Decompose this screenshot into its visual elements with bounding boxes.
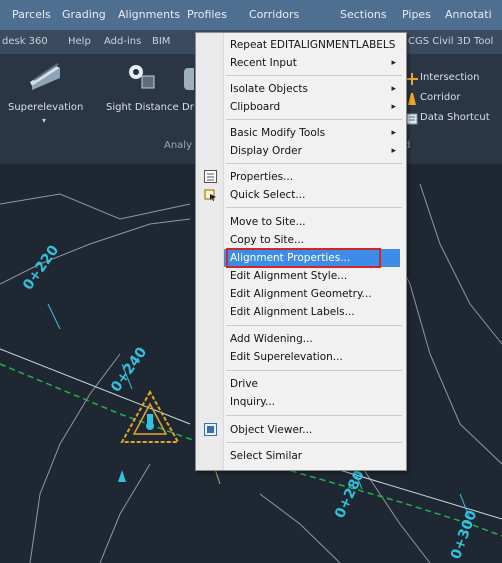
menu-item-recent-input[interactable]: Recent Input ▸ xyxy=(196,54,406,72)
menu-item-object-viewer[interactable]: Object Viewer... xyxy=(196,421,406,439)
menu-item-edit-superelevation[interactable]: Edit Superelevation... xyxy=(196,348,406,366)
menu-separator xyxy=(226,119,402,120)
data-shortcut-icon xyxy=(406,113,418,125)
menu-separator xyxy=(226,370,402,371)
menu-alignments[interactable]: Alignments xyxy=(118,0,180,30)
tab-help[interactable]: Help xyxy=(68,30,91,54)
tab-bim[interactable]: BIM xyxy=(152,30,170,54)
menu-item-inquiry[interactable]: Inquiry... xyxy=(196,393,406,411)
menu-item-clipboard[interactable]: Clipboard ▸ xyxy=(196,98,406,116)
menu-item-edit-alignment-geometry[interactable]: Edit Alignment Geometry... xyxy=(196,285,406,303)
menu-item-display-order[interactable]: Display Order ▸ xyxy=(196,142,406,160)
tab-cgs-civil3d-tool[interactable]: CGS Civil 3D Tool xyxy=(408,30,493,54)
menu-item-drive[interactable]: Drive xyxy=(196,375,406,393)
menu-item-edit-alignment-labels[interactable]: Edit Alignment Labels... xyxy=(196,303,406,321)
corridor-button[interactable]: Corridor xyxy=(406,92,502,106)
sight-distance-icon xyxy=(129,65,155,89)
menu-corridors[interactable]: Corridors xyxy=(249,0,299,30)
menu-grading[interactable]: Grading xyxy=(62,0,106,30)
menu-parcels[interactable]: Parcels xyxy=(12,0,51,30)
menu-item-quick-select[interactable]: Quick Select... xyxy=(196,186,406,204)
object-viewer-icon xyxy=(204,423,217,436)
panel-title-analyze: Analy xyxy=(164,140,193,151)
submenu-arrow-icon: ▸ xyxy=(391,146,396,156)
submenu-arrow-icon: ▸ xyxy=(391,128,396,138)
superelevation-dropdown-icon[interactable]: ▾ xyxy=(42,116,46,125)
menu-item-add-widening[interactable]: Add Widening... xyxy=(196,330,406,348)
tab-add-ins[interactable]: Add-ins xyxy=(104,30,141,54)
menu-annotation[interactable]: Annotati xyxy=(445,0,492,30)
intersection-button[interactable]: Intersection xyxy=(406,72,502,86)
corridor-icon xyxy=(408,93,416,105)
menu-item-edit-alignment-style[interactable]: Edit Alignment Style... xyxy=(196,267,406,285)
menu-profiles[interactable]: Profiles xyxy=(187,0,227,30)
intersection-icon xyxy=(406,73,418,85)
menu-item-isolate-objects[interactable]: Isolate Objects ▸ xyxy=(196,80,406,98)
menu-separator xyxy=(226,415,402,416)
properties-icon xyxy=(204,170,217,183)
superelevation-button[interactable] xyxy=(28,60,64,94)
submenu-arrow-icon: ▸ xyxy=(391,58,396,68)
menu-item-properties[interactable]: Properties... xyxy=(196,168,406,186)
civil3d-window: Parcels Grading Alignments Profiles Corr… xyxy=(0,0,502,563)
menu-item-move-to-site[interactable]: Move to Site... xyxy=(196,213,406,231)
focus-outline xyxy=(226,248,381,268)
menu-item-repeat-editalignmentlabels[interactable]: Repeat EDITALIGNMENTLABELS xyxy=(196,36,406,54)
superelevation-label: Superelevation xyxy=(8,102,84,113)
menu-item-copy-to-site[interactable]: Copy to Site... xyxy=(196,231,406,249)
menu-item-select-similar[interactable]: Select Similar xyxy=(196,447,406,465)
menu-separator xyxy=(226,163,402,164)
ribbon-truncated-label: Dr xyxy=(182,102,194,113)
menu-sections[interactable]: Sections xyxy=(340,0,387,30)
partial-ribbon-icon xyxy=(184,68,194,90)
corridor-label: Corridor xyxy=(420,92,461,103)
sight-distance-button[interactable] xyxy=(124,60,160,94)
menu-separator xyxy=(226,75,402,76)
intersection-label: Intersection xyxy=(420,72,480,83)
menu-separator xyxy=(226,442,402,443)
data-shortcut-label: Data Shortcut xyxy=(420,112,490,123)
tab-autodesk360[interactable]: desk 360 xyxy=(2,30,48,54)
context-menu: Repeat EDITALIGNMENTLABELS Recent Input ▸… xyxy=(195,32,407,471)
data-shortcut-button[interactable]: Data Shortcut xyxy=(406,112,502,126)
menu-separator xyxy=(226,325,402,326)
submenu-arrow-icon: ▸ xyxy=(391,102,396,112)
superelevation-icon xyxy=(30,63,60,90)
menu-pipes[interactable]: Pipes xyxy=(402,0,431,30)
menu-item-basic-modify-tools[interactable]: Basic Modify Tools ▸ xyxy=(196,124,406,142)
sight-distance-label: Sight Distance xyxy=(106,102,179,113)
submenu-arrow-icon: ▸ xyxy=(391,84,396,94)
quick-select-icon xyxy=(204,189,216,201)
menu-separator xyxy=(226,207,402,208)
menubar: Parcels Grading Alignments Profiles Corr… xyxy=(0,0,502,30)
